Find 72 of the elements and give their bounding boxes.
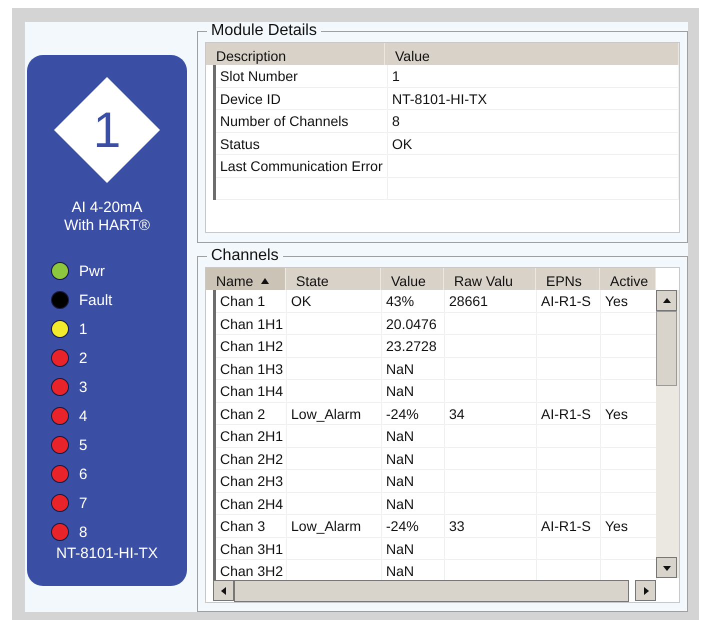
table-cell: 34 <box>445 402 537 424</box>
group-title: Module Details <box>210 22 318 40</box>
module-type: AI 4-20mA <box>72 199 142 217</box>
table-cell: Chan 2H2 <box>216 448 287 469</box>
table-cell: -24% <box>382 515 445 536</box>
module-type: With HART® <box>64 217 150 235</box>
table-cell: Number of Channels <box>216 110 388 132</box>
table-cell: 1 <box>388 65 679 86</box>
led-label: Pwr <box>79 262 105 280</box>
table-cell: Chan 1 <box>216 290 287 312</box>
scroll-thumb[interactable] <box>656 311 677 386</box>
table-cell: 23.2728 <box>382 335 445 356</box>
led-label: 7 <box>79 494 88 512</box>
table-cell: NaN <box>382 492 445 514</box>
down-arrow-icon <box>662 564 670 572</box>
scroll-down-button[interactable] <box>656 557 677 578</box>
table-cell: NaN <box>382 425 445 446</box>
table-cell: Chan 1H1 <box>216 312 287 334</box>
table-cell: -24% <box>382 402 445 424</box>
table-cell: Low_Alarm <box>287 515 382 536</box>
right-arrow-icon <box>642 586 650 594</box>
device-name: NT-8101-HI-TX <box>56 545 158 562</box>
table-cell: Device ID <box>216 88 388 109</box>
table-cell: Chan 1H2 <box>216 335 287 356</box>
table-cell: NaN <box>382 448 445 469</box>
led-label: 2 <box>79 350 88 366</box>
scroll-left-button[interactable] <box>213 580 234 601</box>
led-label: Fault <box>79 292 112 308</box>
table-cell: AI-R1-S <box>537 402 601 424</box>
led-label: 3 <box>79 378 88 396</box>
led-label: 1 <box>79 320 88 338</box>
table-cell: 28661 <box>445 290 537 312</box>
table-cell: Chan 3H1 <box>216 538 287 559</box>
table-cell: OK <box>287 290 382 312</box>
table-cell: AI-R1-S <box>537 515 601 536</box>
table-cell: Slot Number <box>216 65 388 86</box>
table-cell: Chan 2H1 <box>216 425 287 446</box>
table-cell: NaN <box>382 538 445 559</box>
table-cell: 20.0476 <box>382 312 445 334</box>
scroll-right-button[interactable] <box>635 580 656 601</box>
column-header[interactable]: Name <box>206 268 286 290</box>
table-cell: Status <box>216 132 388 154</box>
slot-number: 1 <box>93 101 121 159</box>
table-cell: 8 <box>388 110 679 132</box>
table-cell: Low_Alarm <box>287 402 382 424</box>
diamond-icon <box>52 75 162 185</box>
table-cell: 33 <box>445 515 537 536</box>
table-cell: Last Communication Error <box>216 155 388 176</box>
table-cell: AI-R1-S <box>537 290 601 312</box>
vertical-scrollbar[interactable] <box>656 290 679 578</box>
sort-arrow-icon <box>261 277 270 285</box>
up-arrow-icon <box>662 296 670 304</box>
led-label: 6 <box>79 466 88 482</box>
scroll-up-button[interactable] <box>656 290 677 311</box>
group-title: Channels <box>210 247 280 265</box>
table-cell: Chan 3 <box>216 515 287 536</box>
table-cell: NaN <box>382 470 445 492</box>
table-cell: Chan 1H3 <box>216 358 287 379</box>
table-cell: NaN <box>382 358 445 379</box>
led-label: 4 <box>79 408 88 424</box>
table-cell: Chan 2H4 <box>216 492 287 514</box>
table-cell: Chan 2H3 <box>216 470 287 492</box>
table-cell: 43% <box>382 290 445 312</box>
led-label: 5 <box>79 436 88 454</box>
table-cell: NaN <box>382 380 445 402</box>
table-cell: OK <box>388 132 679 154</box>
table-cell: Chan 2 <box>216 402 287 424</box>
left-arrow-icon <box>220 586 228 594</box>
scroll-thumb[interactable] <box>234 580 629 602</box>
table-cell: NT-8101-HI-TX <box>388 88 679 109</box>
led-label: 8 <box>79 524 88 540</box>
table-cell: Chan 1H4 <box>216 380 287 402</box>
